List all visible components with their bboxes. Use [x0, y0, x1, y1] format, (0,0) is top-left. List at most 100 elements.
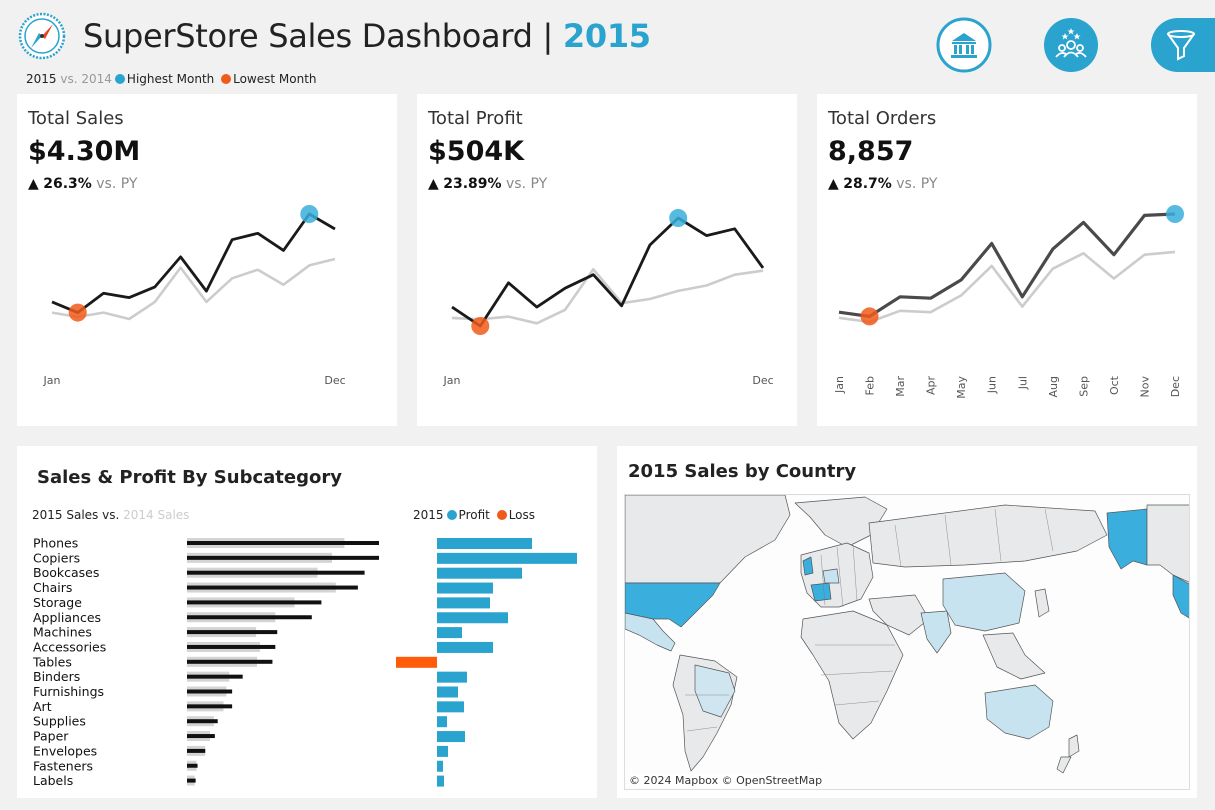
profit-bar — [437, 582, 493, 594]
subcategory-label: Tables — [32, 654, 72, 669]
subcategory-label: Storage — [33, 595, 82, 610]
x-axis-label: Dec — [1169, 376, 1182, 397]
page-title-text: SuperStore Sales Dashboard — [83, 17, 533, 55]
x-axis-label: Aug — [1047, 376, 1060, 397]
subcategory-label: Art — [33, 699, 52, 714]
bank-button[interactable] — [936, 17, 992, 73]
current-sales-bar — [187, 689, 233, 694]
current-sales-bar — [187, 704, 233, 709]
sales-sparkline: Jan Dec — [43, 205, 346, 387]
lowest-month-marker — [471, 317, 490, 335]
profit-bar — [437, 552, 577, 564]
current-sales-bar — [187, 748, 206, 753]
subcategory-card: Sales & Profit By Subcategory 2015 Sales… — [17, 446, 597, 798]
kpi-card-total-sales: Total Sales $4.30M ▲ 26.3% vs. PY Jan Dec — [17, 94, 397, 426]
map-germany — [822, 568, 840, 584]
customers-icon — [1044, 18, 1098, 72]
subcategory-label: Appliances — [33, 610, 101, 625]
legend-lowest-month: Lowest Month — [233, 72, 317, 86]
profit-bar — [437, 701, 464, 713]
highest-month-marker — [1166, 205, 1184, 223]
subcategory-label: Copiers — [33, 550, 80, 565]
legend-current-year: 2015 — [26, 72, 57, 86]
page-title: SuperStore Sales Dashboard | 2015 — [83, 17, 651, 55]
map-card: 2015 Sales by Country © 2024 Mapbox © Op… — [617, 446, 1197, 798]
current-sales-bar — [187, 600, 322, 605]
lowest-month-marker — [68, 303, 87, 322]
loss-bar — [396, 656, 437, 668]
x-axis-label: Mar — [894, 376, 907, 397]
highest-month-dot — [114, 74, 125, 84]
map-china — [942, 572, 1026, 632]
subcategory-label: Machines — [33, 625, 92, 640]
current-sales-bar — [187, 585, 358, 590]
current-sales-bar — [187, 555, 379, 560]
header-legend: 2015 vs. 2014 Highest Month Lowest Month — [26, 72, 317, 86]
x-axis-label: May — [955, 376, 968, 399]
legend-prior-year: 2014 — [81, 72, 112, 86]
current-sales-bar — [187, 644, 276, 649]
current-sales-bar — [187, 570, 365, 575]
legend-highest-month: Highest Month — [126, 72, 215, 86]
profit-bar — [437, 716, 447, 728]
lowest-month-dot — [221, 74, 232, 84]
current-year-line — [838, 212, 1176, 318]
current-sales-bar — [187, 630, 278, 635]
filter-button[interactable] — [1150, 17, 1215, 73]
world-map[interactable]: © 2024 Mapbox © OpenStreetMap — [624, 494, 1190, 790]
x-axis-label-end: Dec — [324, 374, 345, 387]
current-sales-bar — [187, 541, 379, 545]
orders-sparkline: Jan Feb Mar Apr May Jun Jul Aug Sep Oct Nov Dec — [833, 205, 1184, 399]
x-axis-label: Apr — [925, 376, 938, 396]
profit-bar — [437, 671, 467, 683]
map-france — [810, 582, 832, 602]
current-sales-bar — [187, 763, 198, 768]
dashboard-header: SuperStore Sales Dashboard | 2015 2015 v… — [0, 0, 1215, 92]
x-axis-label: Jun — [986, 376, 999, 394]
highest-month-marker — [669, 209, 688, 227]
title-year: 2015 — [562, 17, 651, 55]
profit-sparkline: Jan Dec — [443, 209, 774, 387]
subcategory-label: Supplies — [33, 714, 86, 729]
x-axis-label-start: Jan — [43, 374, 61, 387]
subcategory-label: Furnishings — [33, 684, 104, 699]
current-sales-bar — [187, 734, 215, 739]
legend-vs: vs. — [60, 72, 78, 86]
kpi-card-total-profit: Total Profit $504K ▲ 23.89% vs. PY Jan De… — [417, 94, 797, 426]
current-sales-bar — [187, 615, 312, 620]
x-axis-label: Jan — [833, 376, 846, 394]
customers-button[interactable] — [1043, 17, 1099, 73]
x-axis-label: Sep — [1077, 376, 1090, 397]
map-title: 2015 Sales by Country — [628, 461, 857, 482]
kpi-card-total-orders: Total Orders 8,857 ▲ 28.7% vs. PY Jan Feb… — [817, 94, 1197, 426]
profit-bar — [437, 641, 493, 653]
subcategory-label: Phones — [33, 536, 78, 551]
x-axis-label: Feb — [864, 376, 877, 395]
title-separator: | — [542, 17, 554, 55]
current-year-line — [451, 216, 765, 328]
x-axis-label: Jul — [1016, 376, 1029, 390]
profit-bar — [437, 760, 443, 772]
world-map-graphic — [625, 495, 1189, 789]
x-axis-label-end: Dec — [752, 374, 773, 387]
subcategory-label: Paper — [33, 729, 69, 744]
filter-icon — [1151, 18, 1215, 72]
prior-year-line — [51, 257, 336, 321]
profit-bar — [437, 627, 462, 639]
current-year-line — [51, 212, 336, 315]
subcategory-label: Envelopes — [33, 743, 97, 758]
current-sales-bar — [187, 674, 243, 679]
current-sales-bar — [187, 778, 196, 783]
subcategory-label: Fasteners — [33, 758, 93, 773]
current-sales-bar — [187, 659, 273, 664]
map-credit: © 2024 Mapbox © OpenStreetMap — [629, 774, 823, 787]
current-sales-bar — [187, 719, 218, 724]
profit-bar — [437, 538, 532, 549]
highest-month-marker — [300, 205, 319, 223]
profit-bar — [437, 686, 458, 698]
lowest-month-marker — [860, 307, 879, 326]
profit-bar — [437, 597, 490, 609]
subcategory-label: Accessories — [33, 639, 106, 654]
subcategory-label: Labels — [33, 773, 73, 788]
bank-icon — [936, 17, 992, 73]
